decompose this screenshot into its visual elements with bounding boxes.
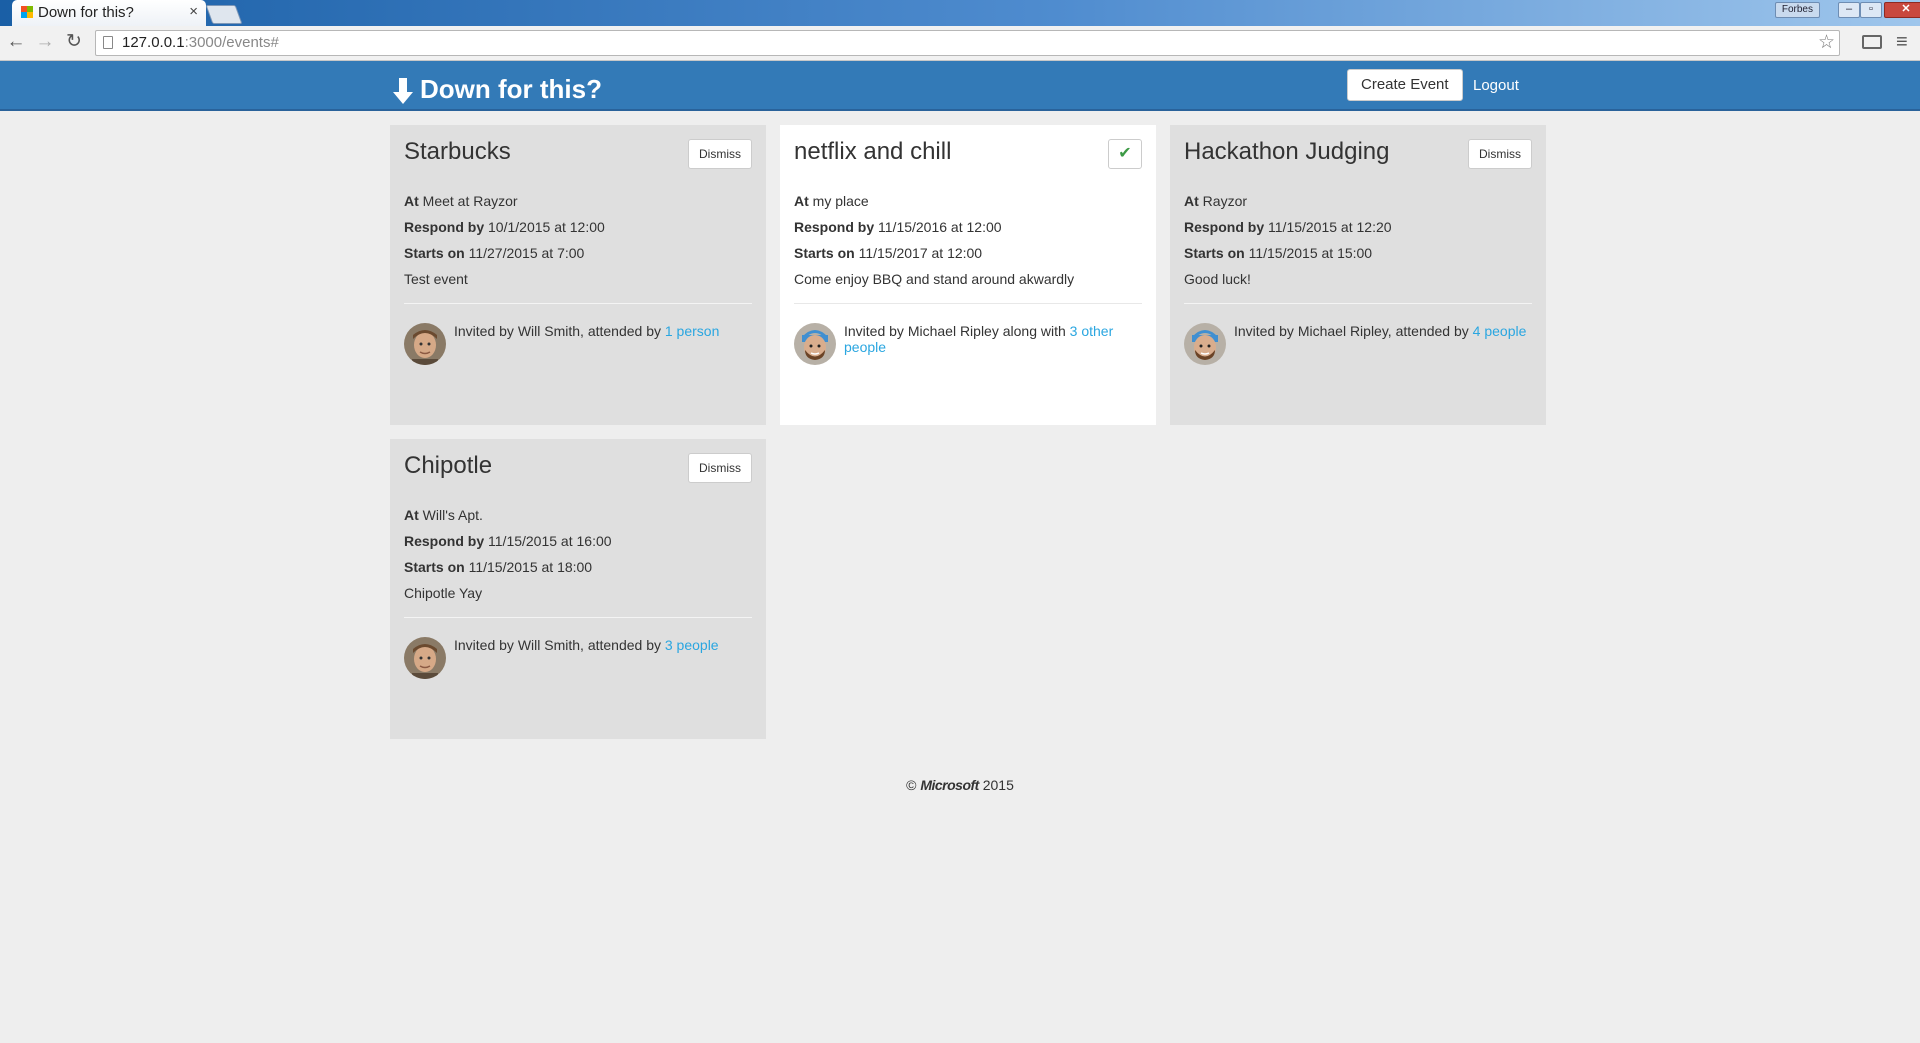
- event-details: At Will's Apt. Respond by 11/15/2015 at …: [404, 502, 612, 606]
- starts-on-label: Starts on: [404, 245, 465, 261]
- microsoft-logo: Microsoft: [920, 777, 979, 793]
- arrow-down-icon: [393, 78, 413, 105]
- respond-by-label: Respond by: [1184, 219, 1265, 235]
- event-description: Test event: [404, 271, 468, 287]
- event-location: my place: [812, 193, 869, 209]
- event-respond-by: 11/15/2016 at 12:00: [878, 219, 1002, 235]
- copyright-symbol: ©: [906, 777, 917, 793]
- dismiss-button[interactable]: Dismiss: [688, 139, 752, 169]
- attendees-link[interactable]: 4 people: [1473, 323, 1527, 339]
- event-details: At my place Respond by 11/15/2016 at 12:…: [794, 188, 1074, 292]
- event-title: Chipotle: [404, 452, 493, 479]
- event-title: Starbucks: [404, 138, 511, 165]
- invite-text: Invited by Will Smith, attended by: [454, 637, 665, 653]
- event-title: Hackathon Judging: [1184, 138, 1390, 165]
- browser-menu-icon[interactable]: ≡: [1896, 29, 1908, 55]
- respond-by-label: Respond by: [404, 219, 485, 235]
- event-location: Will's Apt.: [422, 507, 483, 523]
- at-label: At: [794, 193, 809, 209]
- event-starts-on: 11/15/2017 at 12:00: [858, 245, 983, 261]
- at-label: At: [404, 193, 419, 209]
- event-location: Rayzor: [1202, 193, 1248, 209]
- browser-tab[interactable]: Down for this? ×: [12, 0, 206, 26]
- invite-text: Invited by Michael Ripley, attended by: [1234, 323, 1473, 339]
- avatar: [404, 323, 446, 365]
- app-favicon-icon: [21, 6, 33, 18]
- brand-title: Down for this?: [420, 74, 602, 104]
- event-starts-on: 11/27/2015 at 7:00: [468, 245, 585, 261]
- event-details: At Rayzor Respond by 11/15/2015 at 12:20…: [1184, 188, 1392, 292]
- footer-year: 2015: [982, 777, 1014, 793]
- event-respond-by: 11/15/2015 at 16:00: [488, 533, 612, 549]
- window-close-button[interactable]: ✕: [1884, 2, 1920, 18]
- address-bar[interactable]: 127.0.0.1:3000/events# ☆: [95, 30, 1840, 56]
- tab-close-icon[interactable]: ×: [189, 3, 198, 20]
- event-starts-on: 11/15/2015 at 15:00: [1248, 245, 1373, 261]
- event-title: netflix and chill: [794, 138, 952, 165]
- event-starts-on: 11/15/2015 at 18:00: [468, 559, 593, 575]
- card-divider: [404, 617, 752, 618]
- brand[interactable]: Down for this?: [392, 74, 602, 105]
- card-divider: [794, 303, 1142, 304]
- logout-link[interactable]: Logout: [1473, 77, 1519, 94]
- event-description: Come enjoy BBQ and stand around akwardly: [794, 271, 1075, 287]
- at-label: At: [1184, 193, 1199, 209]
- event-respond-by: 11/15/2015 at 12:20: [1268, 219, 1392, 235]
- event-card: Chipotle Dismiss At Will's Apt. Respond …: [390, 439, 766, 739]
- url-host: 127.0.0.1: [122, 34, 185, 51]
- event-card: netflix and chill ✔ At my place Respond …: [780, 125, 1156, 425]
- invite-text: Invited by Will Smith, attended by: [454, 323, 665, 339]
- minimize-button[interactable]: –: [1838, 2, 1860, 18]
- event-description: Chipotle Yay: [404, 585, 483, 601]
- dismiss-button[interactable]: Dismiss: [688, 453, 752, 483]
- tab-title: Down for this?: [38, 4, 134, 21]
- event-description: Good luck!: [1184, 271, 1251, 287]
- invite-text: Invited by Michael Ripley along with: [844, 323, 1070, 339]
- page-icon: [103, 36, 113, 49]
- event-card: Hackathon Judging Dismiss At Rayzor Resp…: [1170, 125, 1546, 425]
- avatar: [404, 637, 446, 679]
- reload-icon[interactable]: ↻: [62, 30, 86, 54]
- bookmark-star-icon[interactable]: ☆: [1818, 31, 1835, 55]
- at-label: At: [404, 507, 419, 523]
- back-arrow-icon[interactable]: ←: [4, 30, 28, 54]
- app-navbar: Down for this? Create Event Logout: [0, 61, 1920, 111]
- footer: © Microsoft 2015: [0, 777, 1920, 793]
- respond-by-label: Respond by: [794, 219, 875, 235]
- card-divider: [404, 303, 752, 304]
- event-details: At Meet at Rayzor Respond by 10/1/2015 a…: [404, 188, 605, 292]
- attendees-link[interactable]: 3 people: [665, 637, 719, 653]
- check-icon: ✔: [1118, 145, 1132, 162]
- starts-on-label: Starts on: [404, 559, 465, 575]
- accepted-check-button[interactable]: ✔: [1108, 139, 1142, 169]
- browser-toolbar: ← → ↻ 127.0.0.1:3000/events# ☆ ≡: [0, 26, 1920, 61]
- avatar: [794, 323, 836, 365]
- new-tab-button[interactable]: [205, 5, 243, 24]
- attendees-link[interactable]: 1 person: [665, 323, 719, 339]
- dismiss-button[interactable]: Dismiss: [1468, 139, 1532, 169]
- forward-arrow-icon[interactable]: →: [33, 30, 57, 54]
- url-path: :3000/events#: [184, 34, 279, 51]
- create-event-button[interactable]: Create Event: [1347, 69, 1463, 101]
- avatar: [1184, 323, 1226, 365]
- starts-on-label: Starts on: [1184, 245, 1245, 261]
- starts-on-label: Starts on: [794, 245, 855, 261]
- respond-by-label: Respond by: [404, 533, 485, 549]
- cast-icon[interactable]: [1862, 35, 1882, 49]
- card-divider: [1184, 303, 1532, 304]
- maximize-button[interactable]: ▫: [1860, 2, 1882, 18]
- event-card: Starbucks Dismiss At Meet at Rayzor Resp…: [390, 125, 766, 425]
- profile-badge[interactable]: Forbes: [1774, 2, 1820, 18]
- browser-tab-bar: Down for this? × Forbes – ▫ ✕: [0, 0, 1920, 26]
- event-respond-by: 10/1/2015 at 12:00: [488, 219, 605, 235]
- event-location: Meet at Rayzor: [422, 193, 518, 209]
